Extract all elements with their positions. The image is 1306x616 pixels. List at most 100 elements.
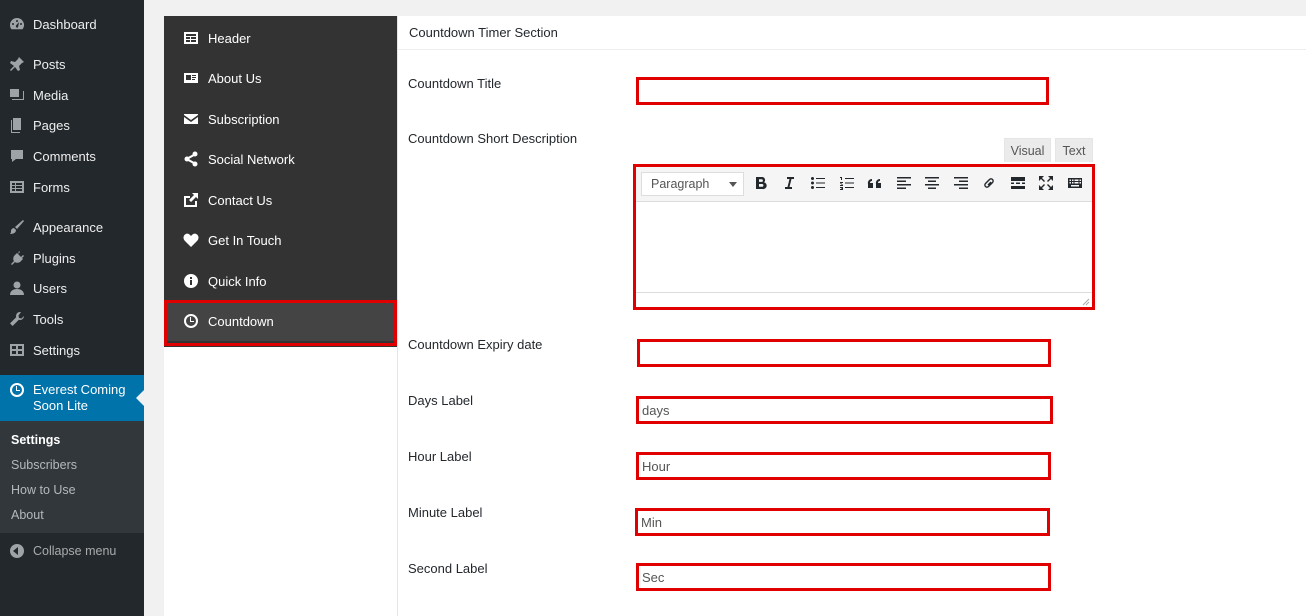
- resize-handle-icon[interactable]: [1082, 298, 1090, 306]
- brush-icon: [9, 219, 25, 235]
- countdown-expiry-input[interactable]: [637, 339, 1051, 367]
- submenu-settings[interactable]: Settings: [11, 433, 60, 447]
- menu-appearance[interactable]: Appearance: [0, 212, 144, 242]
- chevron-down-icon: [729, 182, 737, 187]
- menu-settings[interactable]: Settings: [0, 335, 144, 365]
- blockquote-button[interactable]: [864, 173, 886, 195]
- submenu-how-to-use[interactable]: How to Use: [11, 483, 76, 497]
- align-left-button[interactable]: [893, 173, 915, 195]
- menu-users[interactable]: Users: [0, 273, 144, 303]
- plugin-icon: [9, 250, 25, 266]
- submenu-subscribers[interactable]: Subscribers: [11, 458, 77, 472]
- tab-label: Quick Info: [208, 273, 267, 289]
- format-select[interactable]: Paragraph: [641, 172, 744, 196]
- format-select-value: Paragraph: [651, 177, 710, 191]
- section-title: Countdown Timer Section: [398, 16, 1306, 50]
- pages-icon: [9, 117, 25, 133]
- align-center-button[interactable]: [921, 173, 943, 195]
- tab-label: Countdown: [208, 313, 274, 329]
- external-icon: [183, 192, 199, 208]
- heart-icon: [183, 232, 199, 248]
- align-right-button[interactable]: [950, 173, 972, 195]
- editor-visual-tab[interactable]: Visual: [1004, 138, 1051, 162]
- tab-subscription[interactable]: Subscription: [164, 99, 397, 139]
- menu-label: Posts: [33, 56, 66, 72]
- tab-countdown[interactable]: Countdown: [164, 301, 397, 341]
- menu-comments[interactable]: Comments: [0, 141, 144, 171]
- numbered-list-button[interactable]: [836, 173, 858, 195]
- collapse-label: Collapse menu: [33, 544, 117, 558]
- collapse-icon: [10, 544, 24, 558]
- tab-social-network[interactable]: Social Network: [164, 139, 397, 179]
- countdown-expiry-label: Countdown Expiry date: [408, 337, 543, 352]
- read-more-icon: [1010, 175, 1026, 194]
- user-icon: [9, 280, 25, 296]
- collapse-menu-button[interactable]: Collapse menu: [0, 540, 144, 562]
- align-center-icon: [924, 175, 940, 194]
- italic-button[interactable]: [778, 173, 800, 195]
- forms-icon: [9, 179, 25, 195]
- bold-button[interactable]: [750, 173, 772, 195]
- dashboard-icon: [9, 16, 25, 32]
- menu-label: Dashboard: [33, 16, 97, 32]
- menu-label: Plugins: [33, 250, 76, 266]
- menu-label: Everest Coming: [33, 382, 126, 397]
- tab-about-us[interactable]: About Us: [164, 58, 397, 98]
- wrench-icon: [9, 311, 25, 327]
- minute-label-input[interactable]: [635, 508, 1050, 536]
- toolbar-toggle-button[interactable]: [1064, 173, 1086, 195]
- menu-pages[interactable]: Pages: [0, 110, 144, 140]
- tab-quick-info[interactable]: Quick Info: [164, 261, 397, 301]
- menu-label: Users: [33, 280, 67, 296]
- menu-everest-coming-soon[interactable]: Everest Coming Soon Lite: [0, 375, 144, 421]
- hour-label-input[interactable]: [636, 452, 1051, 480]
- clock-icon: [183, 313, 199, 329]
- comment-icon: [9, 148, 25, 164]
- menu-media[interactable]: Media: [0, 80, 144, 110]
- editor-content-area[interactable]: [636, 203, 1092, 291]
- editor-toolbar: Paragraph: [636, 167, 1092, 202]
- menu-label: Media: [33, 87, 69, 103]
- bold-icon: [753, 175, 769, 194]
- settings-tabs: Header About Us Subscription Social Netw…: [164, 16, 397, 616]
- settings-icon: [9, 342, 25, 358]
- share-icon: [183, 151, 199, 167]
- link-icon: [981, 175, 997, 194]
- align-right-icon: [953, 175, 969, 194]
- countdown-title-label: Countdown Title: [408, 76, 502, 91]
- id-card-icon: [183, 70, 199, 86]
- countdown-title-input[interactable]: [636, 77, 1049, 105]
- clock-icon: [9, 382, 25, 398]
- tab-label: About Us: [208, 70, 262, 86]
- tab-header[interactable]: Header: [164, 18, 397, 58]
- link-button[interactable]: [978, 173, 1000, 195]
- blockquote-icon: [867, 175, 883, 194]
- tab-get-in-touch[interactable]: Get In Touch: [164, 220, 397, 260]
- tab-label: Header: [208, 30, 251, 46]
- menu-label: Settings: [33, 342, 80, 358]
- menu-tools[interactable]: Tools: [0, 304, 144, 334]
- second-label-input[interactable]: [636, 563, 1051, 591]
- menu-forms[interactable]: Forms: [0, 172, 144, 202]
- tab-contact-us[interactable]: Contact Us: [164, 180, 397, 220]
- hour-label: Hour Label: [408, 449, 472, 464]
- tab-label: Social Network: [208, 151, 295, 167]
- days-label-input[interactable]: [636, 396, 1053, 424]
- tab-label: Contact Us: [208, 192, 273, 208]
- menu-plugins[interactable]: Plugins: [0, 243, 144, 273]
- menu-posts[interactable]: Posts: [0, 49, 144, 79]
- pin-icon: [9, 56, 25, 72]
- fullscreen-button[interactable]: [1035, 173, 1057, 195]
- submenu-about[interactable]: About: [11, 508, 44, 522]
- tab-label: Subscription: [208, 111, 280, 127]
- bullet-list-button[interactable]: [807, 173, 829, 195]
- menu-label: Tools: [33, 311, 64, 327]
- menu-dashboard[interactable]: Dashboard: [0, 9, 144, 39]
- read-more-button[interactable]: [1007, 173, 1029, 195]
- submenu: Settings Subscribers How to Use About: [0, 421, 144, 533]
- current-arrow: [136, 390, 144, 406]
- tab-label: Get In Touch: [208, 232, 282, 248]
- italic-icon: [781, 175, 797, 194]
- envelope-icon: [183, 111, 199, 127]
- editor-text-tab[interactable]: Text: [1055, 138, 1093, 162]
